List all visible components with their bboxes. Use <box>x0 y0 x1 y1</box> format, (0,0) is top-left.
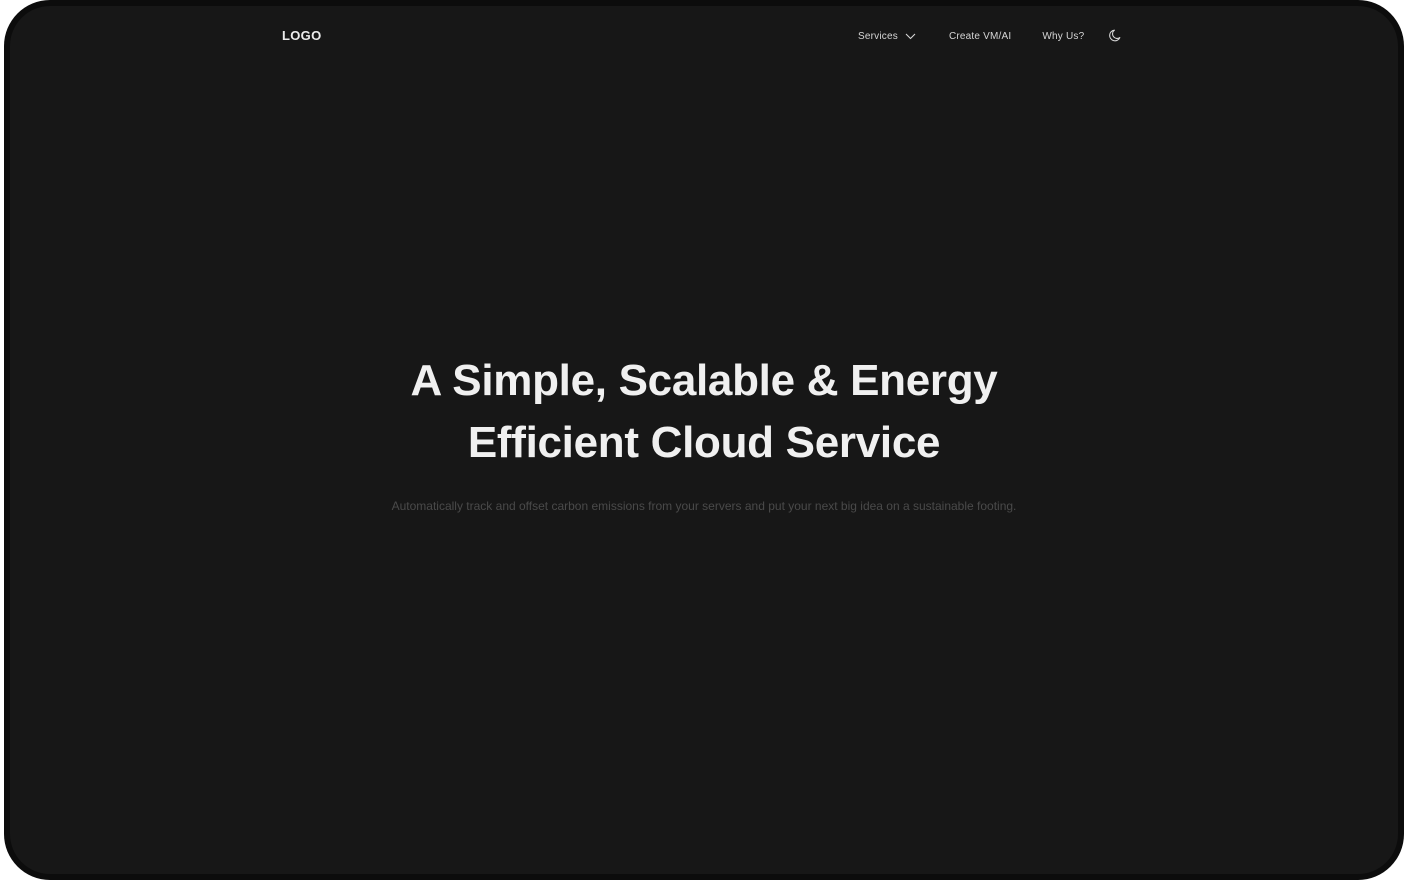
moon-icon[interactable] <box>1108 28 1123 43</box>
chevron-down-icon <box>905 33 916 40</box>
screen: LOGO Services Create VM/AI Why Us? A Sim… <box>10 6 1398 874</box>
nav-item-create-vm-label: Create VM/AI <box>948 31 1012 42</box>
nav-item-services-label: Services <box>858 31 898 42</box>
nav-item-services[interactable]: Services <box>858 31 916 42</box>
hero: A Simple, Scalable & Energy Efficient Cl… <box>10 350 1398 516</box>
hero-subtitle: Automatically track and offset carbon em… <box>391 499 1017 513</box>
logo[interactable]: LOGO <box>282 28 321 43</box>
nav-item-create-vm[interactable]: Create VM/AI <box>949 31 1011 42</box>
hero-title: A Simple, Scalable & Energy Efficient Cl… <box>410 356 998 467</box>
top-nav: LOGO Services Create VM/AI Why Us? <box>10 24 1398 48</box>
nav-item-why-us[interactable]: Why Us? <box>1042 31 1084 42</box>
nav-links: Services Create VM/AI Why Us? <box>858 28 1123 43</box>
nav-item-why-us-label: Why Us? <box>1042 31 1085 42</box>
device-frame: LOGO Services Create VM/AI Why Us? A Sim… <box>4 0 1404 880</box>
